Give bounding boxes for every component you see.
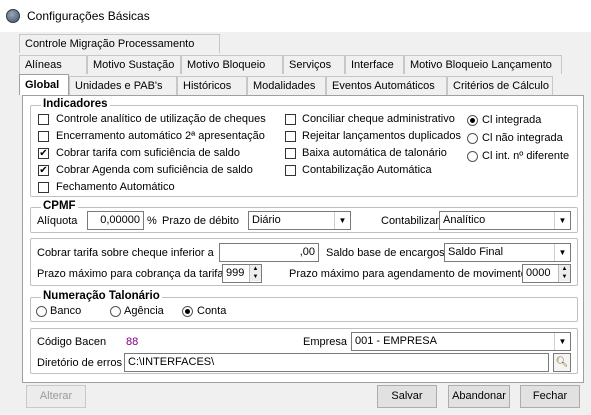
salvar-button[interactable]: Salvar (377, 385, 437, 408)
checkbox-cobrar-tarifa[interactable]: ✔ (38, 148, 49, 159)
aliquota-label: Alíquota (37, 215, 78, 227)
saldo-base-select[interactable]: Saldo Final ▼ (444, 243, 571, 262)
tarifa-inferior-label: Cobrar tarifa sobre cheque inferior a (37, 247, 214, 259)
tab-servicos[interactable]: Serviços (283, 55, 345, 74)
label-cobrar-agenda: Cobrar Agenda com suficiência de saldo (56, 164, 253, 176)
indicadores-legend: Indicadores (41, 98, 110, 110)
folder-icon[interactable]: 🔍︎ (553, 353, 571, 372)
tab-eventos-automaticos[interactable]: Eventos Automáticos (326, 76, 447, 95)
prazo-agendamento-label: Prazo máximo para agendamento de movimen… (289, 268, 527, 280)
abandonar-button[interactable]: Abandonar (448, 385, 510, 408)
window-title: Configurações Básicas (27, 9, 150, 23)
label-fechamento-automatico: Fechamento Automático (56, 181, 175, 193)
label-conciliar-cheque: Conciliar cheque administrativo (302, 113, 455, 125)
checkbox-rejeitar-lancamentos[interactable] (285, 131, 296, 142)
percent-label: % (147, 215, 157, 227)
prazo-debito-value: Diário (252, 214, 281, 226)
radio-cl-int-diferente[interactable] (467, 151, 478, 162)
radio-conta[interactable] (182, 306, 193, 317)
tab-row-1: Controle Migração Processamento (19, 34, 220, 53)
tab-historicos[interactable]: Históricos (177, 76, 247, 95)
radio-cl-nao-integrada[interactable] (467, 133, 478, 144)
label-encerramento-automatico: Encerramento automático 2ª apresentação (56, 130, 265, 142)
spinner-arrows-icon[interactable]: ▲ ▼ (249, 265, 261, 282)
prazo-tarifa-value: 999 (226, 267, 245, 279)
codigo-bacen-label: Código Bacen (37, 336, 107, 348)
label-banco: Banco (50, 305, 82, 317)
tab-controle-migracao[interactable]: Controle Migração Processamento (19, 34, 220, 53)
label-controle-analitico: Controle analítico de utilização de cheq… (56, 113, 266, 125)
checkbox-contabilizacao-automatica[interactable] (285, 165, 296, 176)
label-cl-int-diferente: Cl int. nº diferente (482, 150, 570, 162)
empresa-value: 001 - EMPRESA (355, 335, 437, 347)
saldo-base-label: Saldo base de encargos (326, 247, 445, 259)
label-cl-nao-integrada: Cl não integrada (482, 132, 563, 144)
tarifa-inferior-input[interactable]: ,00 (219, 243, 319, 262)
fechar-button[interactable]: Fechar (520, 385, 580, 408)
prazo-debito-label: Prazo de débito (162, 215, 240, 227)
label-conta: Conta (197, 305, 227, 317)
checkbox-conciliar-cheque[interactable] (285, 114, 296, 125)
tab-row-3: Global Unidades e PAB's Históricos Modal… (19, 74, 553, 95)
prazo-debito-select[interactable]: Diário ▼ (248, 211, 351, 230)
prazo-tarifa-label: Prazo máximo para cobrança da tarifa (37, 268, 224, 280)
aliquota-input[interactable]: 0,00000 (87, 211, 144, 230)
chevron-down-icon[interactable]: ▼ (554, 333, 570, 350)
checkbox-fechamento-automatico[interactable] (38, 182, 49, 193)
checkbox-controle-analitico[interactable] (38, 114, 49, 125)
checkbox-encerramento-automatico[interactable] (38, 131, 49, 142)
chevron-down-icon[interactable]: ▼ (334, 212, 350, 229)
tab-motivo-bloqueio-lancamento[interactable]: Motivo Bloqueio Lançamento (404, 55, 562, 74)
contabilizar-select[interactable]: Analítico ▼ (439, 211, 571, 230)
cpmf-legend: CPMF (41, 200, 78, 212)
tab-modalidades[interactable]: Modalidades (247, 76, 326, 95)
label-rejeitar-lancamentos: Rejeitar lançamentos duplicados (302, 130, 461, 142)
diretorio-erros-input[interactable]: C:\INTERFACES\ (124, 353, 549, 372)
chevron-down-icon[interactable]: ▼ (554, 212, 570, 229)
contabilizar-label: Contabilizar (381, 215, 440, 227)
radio-banco[interactable] (36, 306, 47, 317)
codigo-bacen-value: 88 (126, 336, 139, 348)
checkbox-baixa-automatica[interactable] (285, 148, 296, 159)
alterar-button[interactable]: Alterar (26, 385, 86, 408)
radio-cl-integrada[interactable] (467, 115, 478, 126)
checkbox-cobrar-agenda[interactable]: ✔ (38, 165, 49, 176)
tab-unidades-pabs[interactable]: Unidades e PAB's (69, 76, 177, 95)
saldo-base-value: Saldo Final (448, 246, 504, 258)
prazo-tarifa-spinner[interactable]: 999 ▲ ▼ (222, 264, 262, 283)
contabilizar-value: Analítico (443, 214, 486, 226)
prazo-agendamento-spinner[interactable]: 0000 ▲ ▼ (522, 264, 571, 283)
tab-motivo-sustacao[interactable]: Motivo Sustação (87, 55, 181, 74)
label-agencia: Agência (124, 305, 164, 317)
tab-motivo-bloqueio[interactable]: Motivo Bloqueio (181, 55, 283, 74)
tab-interface[interactable]: Interface (345, 55, 404, 74)
tab-alineas[interactable]: Alíneas (19, 55, 87, 74)
empresa-select[interactable]: 001 - EMPRESA ▼ (351, 332, 571, 351)
chevron-down-icon[interactable]: ▼ (554, 244, 570, 261)
diretorio-erros-label: Diretório de erros (37, 357, 122, 369)
spinner-arrows-icon[interactable]: ▲ ▼ (558, 265, 570, 282)
empresa-label: Empresa (303, 336, 348, 348)
prazo-agendamento-value: 0000 (526, 267, 551, 279)
label-contabilizacao-automatica: Contabilização Automática (302, 164, 432, 176)
label-cobrar-tarifa: Cobrar tarifa com suficiência de saldo (56, 147, 241, 159)
tab-global[interactable]: Global (19, 74, 69, 95)
app-icon (6, 9, 20, 23)
tab-row-2: Alíneas Motivo Sustação Motivo Bloqueio … (19, 55, 562, 74)
tab-criterios-calculo[interactable]: Critérios de Cálculo (447, 76, 553, 95)
radio-agencia[interactable] (110, 306, 121, 317)
label-cl-integrada: Cl integrada (482, 114, 542, 126)
numeracao-legend: Numeração Talonário (41, 290, 162, 302)
label-baixa-automatica: Baixa automática de talonário (302, 147, 447, 159)
